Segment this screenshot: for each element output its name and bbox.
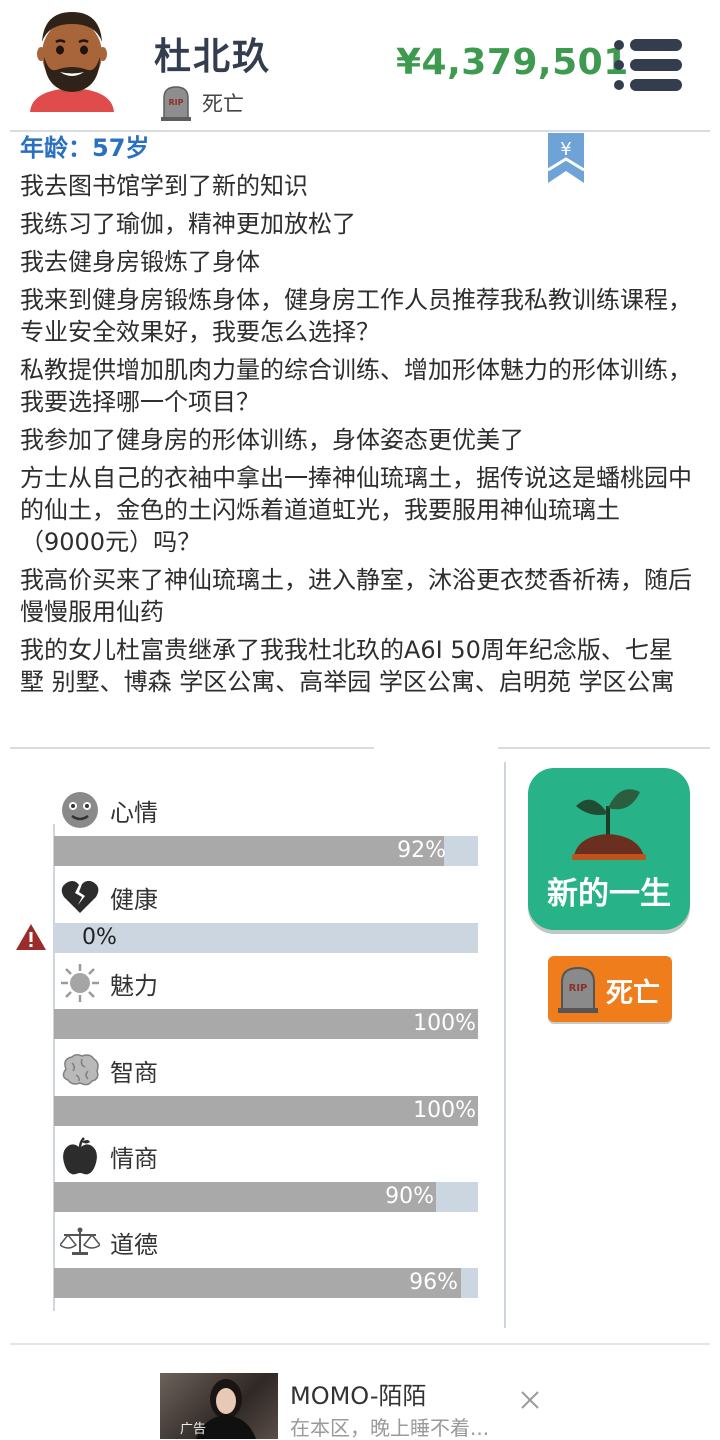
ad-subtitle: 在本区，晚上睡不着... [290,1416,490,1440]
warning-icon [14,922,48,952]
stat-bar: 100% [54,1096,478,1126]
tombstone-icon: RIP [558,966,598,1013]
stat-bar-fill [54,1268,462,1298]
sprout-icon [572,789,646,860]
log-entry: 方士从自己的衣袖中拿出一捧神仙琉璃土，据传说这是蟠桃园中的仙土，金色的土闪烁着道… [20,464,692,556]
log-entry: 私教提供增加肌肉力量的综合训练、增加形体魅力的形体训练，我要选择哪一个项目？ [20,356,692,416]
stat-iq: 智商 100% [54,1050,478,1136]
ad-tag: 广告 [180,1422,207,1437]
divider [498,747,710,749]
tombstone-icon: RIP [161,86,191,121]
tomb-rip-text: RIP [169,98,184,107]
stat-bar-fill [54,1182,436,1212]
stat-morality: 道德 96% [54,1222,478,1308]
log-entry: 我去健身房锻炼了身体 [20,248,260,276]
stat-label: 魅力 [110,971,158,1000]
stat-bar: 100% [54,1009,478,1039]
new-life-label: 新的一生 [547,876,671,912]
stat-value: 100% [413,1098,476,1123]
money-balance: ¥4,379,501 [396,42,629,83]
ad-portrait-image [196,1379,256,1439]
divider [10,747,374,749]
stat-head: 情商 [60,1136,158,1176]
death-button[interactable]: RIP 死亡 [548,956,672,1022]
log-entry: 我去图书馆学到了新的知识 [20,172,308,200]
ad-close-button[interactable] [516,1386,544,1414]
age-line: 年龄：57岁 [20,134,150,162]
hamburger-menu-icon [614,39,682,91]
death-label: 死亡 [606,978,660,1009]
stat-eq: 情商 90% [54,1136,478,1222]
stat-value: 92% [397,838,446,863]
log-entry: 我练习了瑜伽，精神更加放松了 [20,210,356,238]
log-fade [20,692,692,716]
stat-head: 健康 [60,877,158,917]
menu-button[interactable] [612,36,684,94]
stat-head: 心情 [60,790,158,830]
sun-icon [60,963,100,1003]
stat-label: 智商 [110,1058,158,1087]
log-entry: 我来到健身房锻炼身体，健身房工作人员推荐我私教训练课程，专业安全效果好，我要怎么… [20,286,692,346]
scales-icon [60,1222,100,1262]
stat-health: 健康 0% [54,877,478,963]
stat-value: 96% [409,1270,458,1295]
stat-charm: 魅力 100% [54,963,478,1049]
log-entry: 我的女儿杜富贵继承了我我杜北玖的A6I 50周年纪念版、七星墅 别墅、博森 学区… [20,636,675,696]
stat-bar-fill [54,836,445,866]
stat-label: 情商 [110,1144,158,1173]
stat-bar: 90% [54,1182,478,1212]
player-name: 杜北玖 [154,35,271,78]
header: 杜北玖 RIP 死亡 ¥4,379,501 [0,0,720,132]
broken-heart-icon [60,877,100,917]
brain-icon [60,1050,100,1090]
stat-label: 道德 [110,1230,158,1259]
stat-mood: 心情 92% [54,790,478,876]
apple-icon [60,1136,100,1176]
ad-divider [10,1343,710,1345]
bookmark-symbol: ¥ [560,139,571,160]
avatar[interactable] [26,8,118,120]
stat-label: 健康 [110,885,158,914]
smiley-icon [60,790,100,830]
panel-divider [504,762,506,1328]
close-icon [521,1391,539,1409]
log-entry: 我高价买来了神仙琉璃土，进入静室，沐浴更衣焚香祈祷，随后慢慢服用仙药 [20,566,692,626]
life-log[interactable]: 年龄：57岁 我去图书馆学到了新的知识 我练习了瑜伽，精神更加放松了 我去健身房… [20,132,692,716]
ad-image[interactable]: 广告 [160,1373,278,1439]
stat-bar: 0% [54,923,478,953]
stat-value: 100% [413,1011,476,1036]
tomb-rip-text: RIP [569,983,588,994]
stat-head: 智商 [60,1050,158,1090]
log-entry: 我参加了健身房的形体训练，身体姿态更优美了 [20,426,524,454]
stat-bar: 96% [54,1268,478,1298]
ad-title[interactable]: MOMO-陌陌 [290,1376,427,1411]
status-text: 死亡 [202,92,244,116]
stat-head: 道德 [60,1222,158,1262]
yen-bookmark-icon: ¥ [547,133,585,183]
stat-value: 90% [385,1184,434,1209]
stat-bar: 92% [54,836,478,866]
new-life-button[interactable]: 新的一生 [528,768,690,930]
status-row: RIP 死亡 [160,84,244,122]
stat-head: 魅力 [60,963,158,1003]
stat-value: 0% [82,925,117,950]
stat-label: 心情 [110,798,158,827]
money-bookmark[interactable]: ¥ [546,133,586,185]
